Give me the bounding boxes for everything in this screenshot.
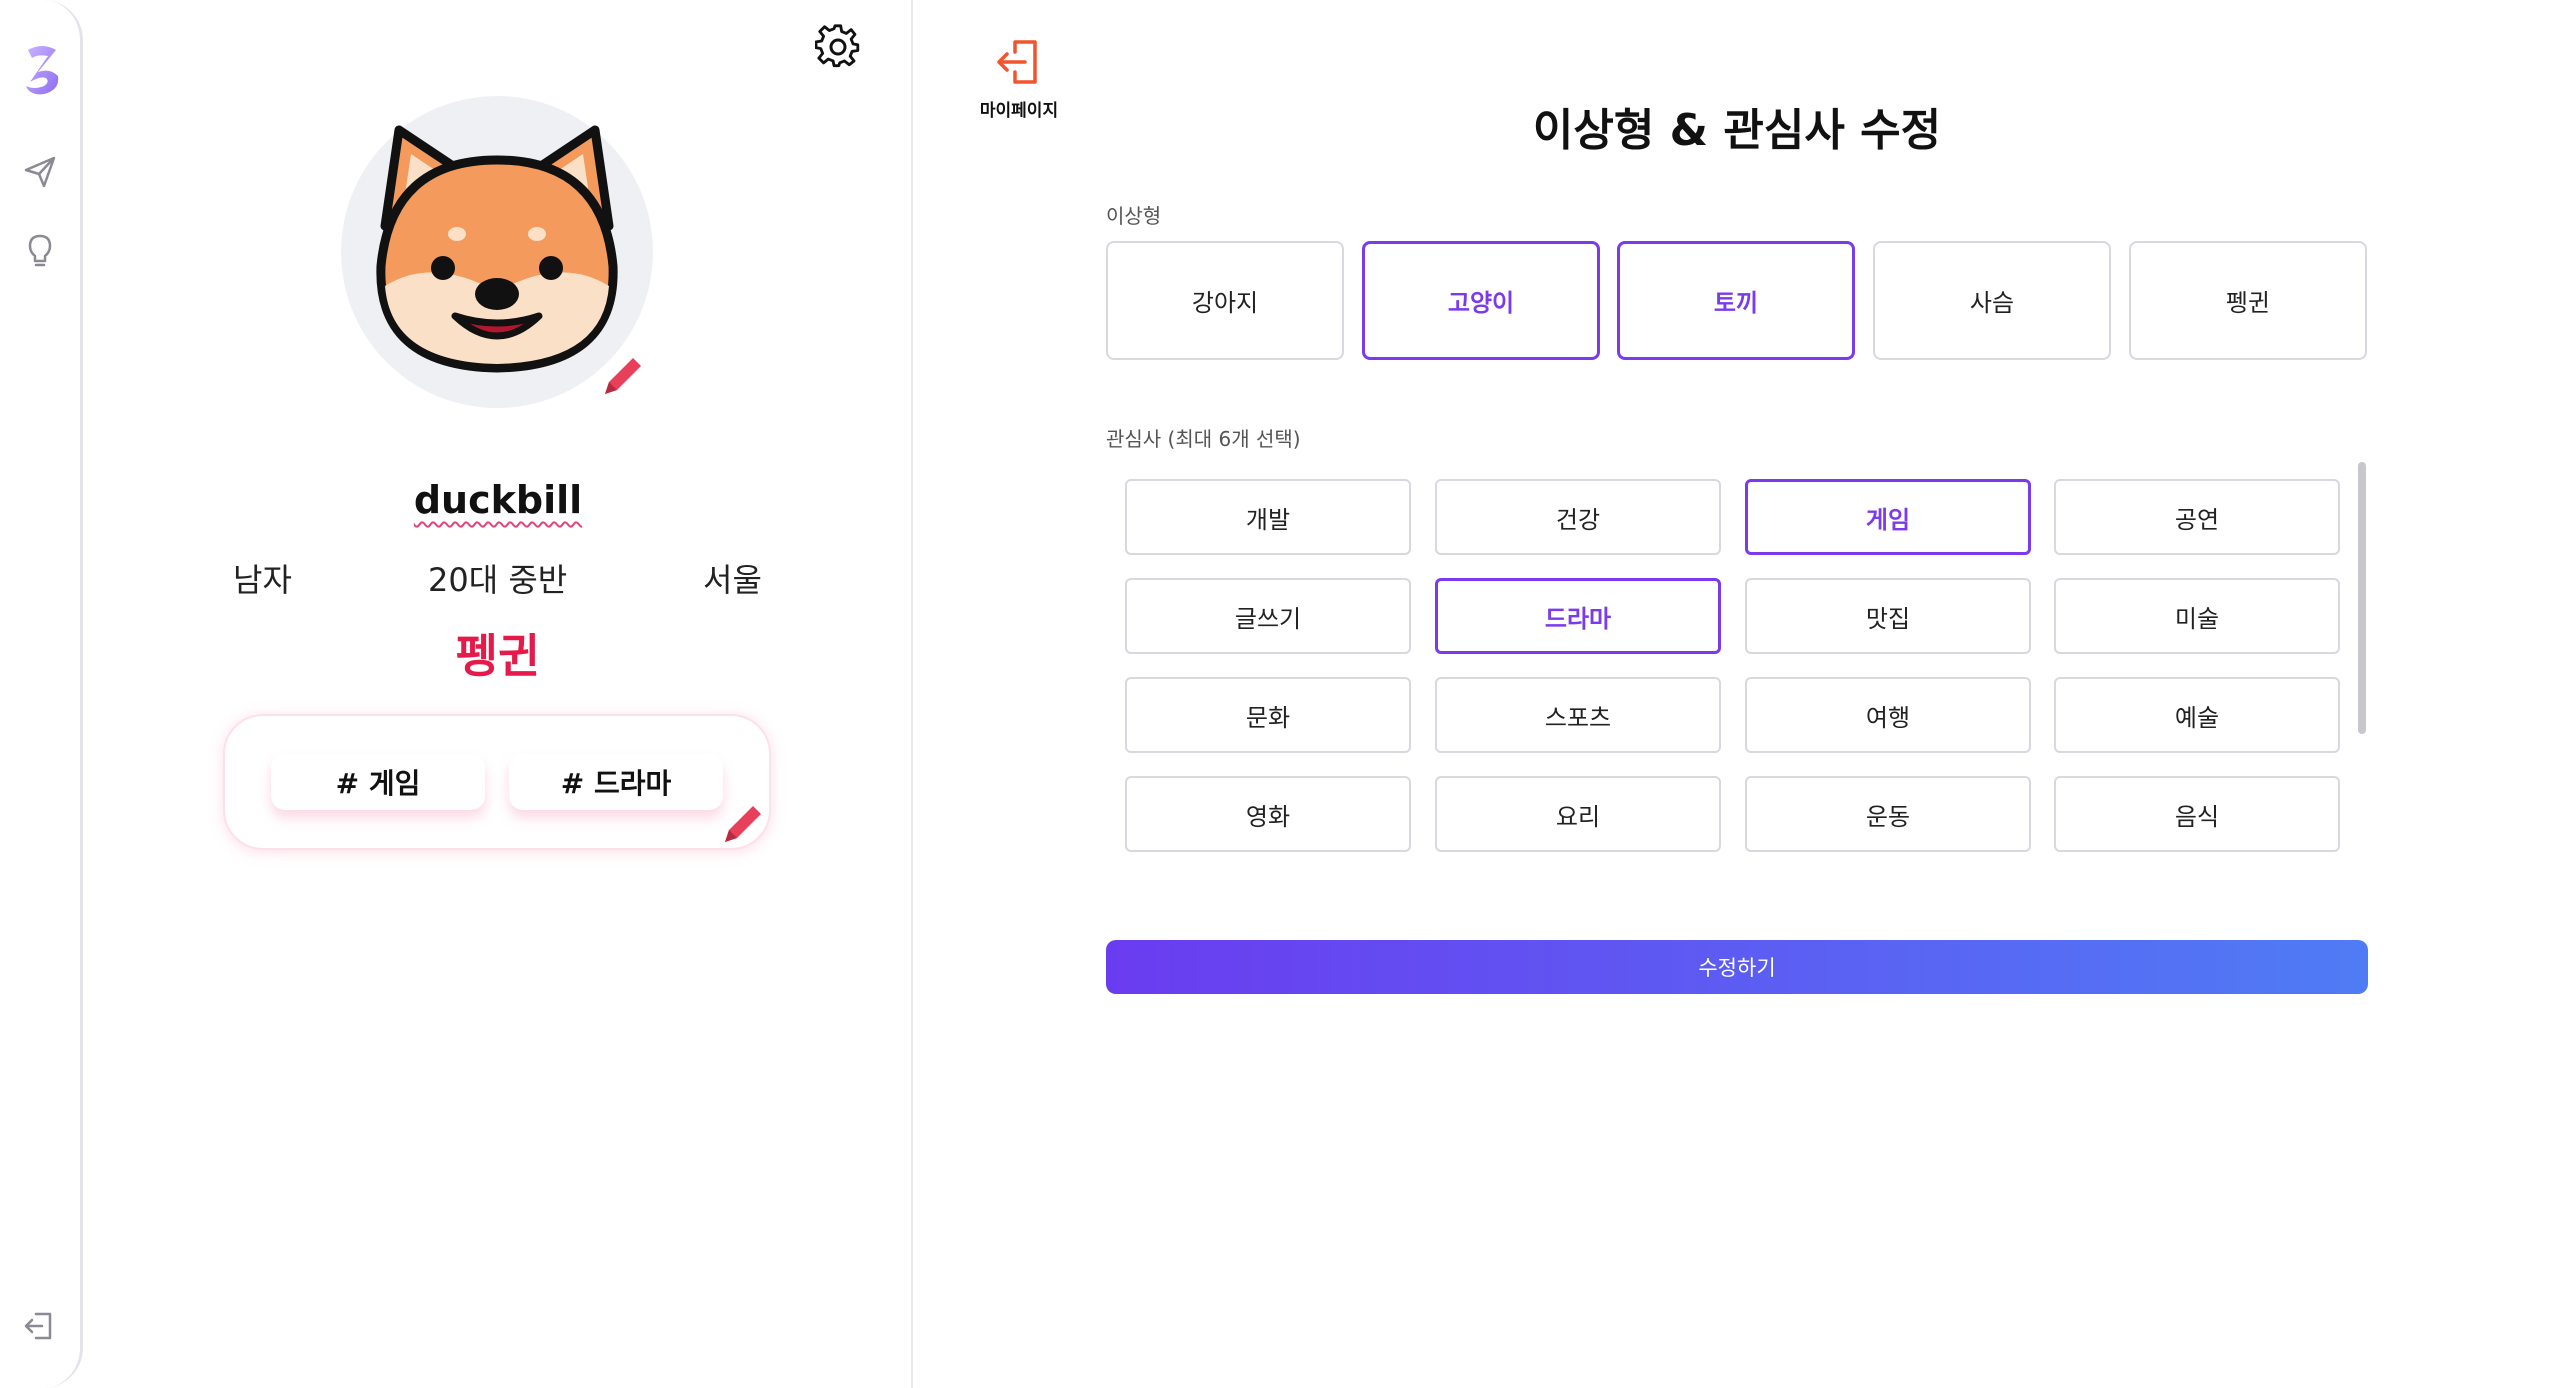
submit-button[interactable]: 수정하기 (1106, 940, 2368, 994)
interest-option-button[interactable]: 문화 (1125, 677, 1411, 753)
interest-option-button[interactable]: 음식 (2054, 776, 2340, 852)
interest-scrollbar[interactable] (2358, 462, 2366, 734)
tag-chip: # 게임 (271, 754, 485, 810)
page-title: 이상형 & 관심사 수정 (1532, 105, 1942, 156)
gender: 남자 (233, 561, 292, 599)
interest-option-button[interactable]: 드라마 (1435, 578, 1721, 654)
edit-avatar-pencil-icon[interactable] (599, 352, 647, 400)
interest-option-button[interactable]: 건강 (1435, 479, 1721, 555)
ideal-section-label: 이상형 (1106, 204, 1162, 228)
interest-option-button[interactable]: 스포츠 (1435, 677, 1721, 753)
sidebar (0, 0, 83, 1388)
region: 서울 (703, 561, 762, 599)
username: duckbill (413, 478, 583, 522)
interest-tags-card: # 게임 # 드라마 (223, 714, 771, 850)
interest-option-button[interactable]: 공연 (2054, 479, 2340, 555)
interest-option-button[interactable]: 운동 (1745, 776, 2031, 852)
ideal-option-button[interactable]: 사슴 (1873, 241, 2111, 360)
interest-option-button[interactable]: 게임 (1745, 479, 2031, 555)
logo-z-icon[interactable] (22, 42, 64, 98)
profile-panel: duckbill 남자 20대 중반 서울 펭귄 # 게임 # 드라마 (83, 0, 913, 1388)
gear-icon[interactable] (815, 24, 861, 70)
lightbulb-icon[interactable] (20, 230, 60, 270)
interest-option-button[interactable]: 여행 (1745, 677, 2031, 753)
interest-option-button[interactable]: 글쓰기 (1125, 578, 1411, 654)
exit-arrow-icon (997, 40, 1037, 84)
ideal-option-button[interactable]: 토끼 (1617, 241, 1855, 360)
edit-tags-pencil-icon[interactable] (719, 800, 767, 848)
interest-option-button[interactable]: 맛집 (1745, 578, 2031, 654)
interest-section-label: 관심사 (최대 6개 선택) (1106, 427, 1301, 451)
logout-icon[interactable] (20, 1306, 60, 1346)
tag-chip: # 드라마 (509, 754, 723, 810)
ideal-option-button[interactable]: 펭귄 (2129, 241, 2367, 360)
edit-panel: 마이페이지 이상형 & 관심사 수정 이상형 강아지 고양이 토끼 사슴 펭귄 관심사 … (913, 0, 2561, 1388)
interest-option-button[interactable]: 영화 (1125, 776, 1411, 852)
ideal-option-button[interactable]: 강아지 (1106, 241, 1344, 360)
shiba-dog-avatar-icon (376, 125, 618, 373)
interest-option-button[interactable]: 미술 (2054, 578, 2340, 654)
interest-option-button[interactable]: 개발 (1125, 479, 1411, 555)
ideal-option-button[interactable]: 고양이 (1362, 241, 1600, 360)
interest-option-button[interactable]: 요리 (1435, 776, 1721, 852)
send-icon[interactable] (20, 152, 60, 192)
age: 20대 중반 (428, 561, 568, 599)
interest-option-button[interactable]: 예술 (2054, 677, 2340, 753)
ideal-type: 펭귄 (455, 629, 541, 683)
